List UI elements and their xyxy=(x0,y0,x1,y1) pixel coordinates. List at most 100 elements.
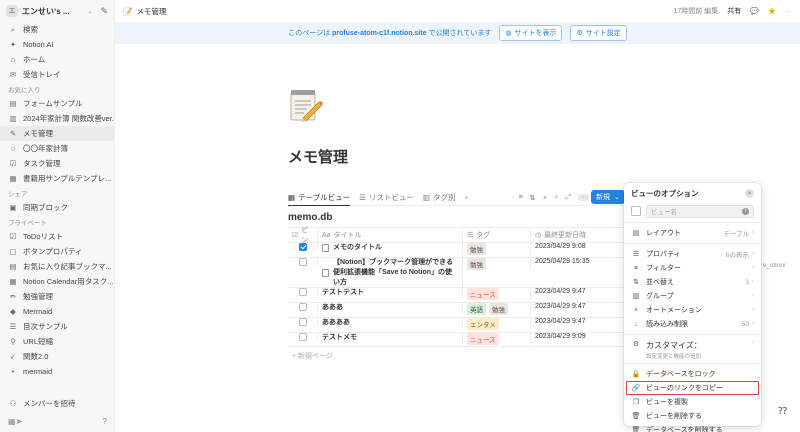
option-group[interactable]: ▥ グループ › xyxy=(624,289,761,303)
plan-icon: ○ xyxy=(10,144,16,153)
info-icon[interactable]: i xyxy=(742,207,749,215)
new-page-icon[interactable]: ✎ xyxy=(100,6,108,17)
tab-table-view[interactable]: ▦ テーブルビュー xyxy=(288,190,351,206)
option-trash-db[interactable]: 🗑 データベースを削除する xyxy=(624,423,761,432)
calendar-app-icon[interactable]: ▦ xyxy=(8,417,16,426)
sidebar-item-sync-block[interactable]: ▣ 同期ブロック xyxy=(0,200,114,215)
view-site-button[interactable]: ◍ サイトを表示 xyxy=(499,25,563,41)
pin-checkbox[interactable] xyxy=(298,288,307,297)
invite-label: メンバーを招待 xyxy=(23,399,76,408)
option-lock[interactable]: 🔒 データベースをロック xyxy=(624,367,761,381)
table-row[interactable]: テストテスト ニュース 2023/04/29 9:47 xyxy=(288,287,628,302)
automation-icon[interactable]: ⚡ xyxy=(543,194,548,202)
filter-icon[interactable]: ≡ xyxy=(519,194,523,201)
comment-icon[interactable]: 💬 xyxy=(750,7,759,15)
help-icon[interactable]: ⁇ xyxy=(778,406,787,417)
title-cell[interactable]: メモのタイトル xyxy=(318,243,463,253)
option-filter[interactable]: ≡ フィルター › xyxy=(624,261,761,275)
sidebar-item-url[interactable]: ⚲ URL短縮 xyxy=(0,334,114,349)
search-icon[interactable]: ⌕ xyxy=(554,194,558,202)
page-title[interactable]: メモ管理 xyxy=(288,146,348,167)
option-automation[interactable]: ⚡ オートメーション › xyxy=(624,303,761,317)
sidebar-item-notion-ai[interactable]: ✦ Notion AI xyxy=(0,37,114,52)
title-cell[interactable]: 【Notion】ブックマーク管理ができる便利拡張機能「Save to Notio… xyxy=(318,258,463,288)
sidebar-item-search[interactable]: ⌕ 検索 xyxy=(0,22,114,37)
inbox-icon: ✉ xyxy=(9,70,17,79)
invite-members-button[interactable]: ⚇ メンバーを招待 xyxy=(0,396,115,411)
table-row[interactable]: テストメモ ニュース 2023/04/29 9:09 xyxy=(288,332,628,348)
star-icon[interactable]: ★ xyxy=(768,6,776,17)
share-button[interactable]: 共有 xyxy=(727,6,741,16)
option-properties[interactable]: ☰ プロパティ 6の表示 › xyxy=(624,247,761,261)
title-cell[interactable]: ああああ xyxy=(318,318,463,329)
table-row[interactable]: あああ 英語 勉強 2023/04/29 9:47 xyxy=(288,302,628,317)
header-tag[interactable]: ☰ タグ xyxy=(463,228,531,242)
edited-time[interactable]: 17時間前 編集 xyxy=(673,6,718,16)
tag-cell[interactable]: 勉強 xyxy=(463,258,531,270)
sidebar-item-inbox[interactable]: ✉ 受信トレイ xyxy=(0,67,114,82)
option-layout[interactable]: ▤ レイアウト テーブル › xyxy=(624,226,761,240)
view-name-input[interactable]: ビュー名 i xyxy=(646,204,754,218)
pin-checkbox[interactable] xyxy=(298,243,307,251)
option-duplicate[interactable]: ❐ ビューを複製 xyxy=(624,395,761,409)
tab-tag-view[interactable]: ▥ タグ別 xyxy=(423,190,456,206)
sidebar-item-func[interactable]: ✓ 関数2.0 xyxy=(0,349,114,364)
tag-cell[interactable]: 英語 勉強 xyxy=(463,303,531,316)
more-options-icon[interactable]: ··· xyxy=(578,194,589,201)
sidebar-item-task[interactable]: ☑ タスク管理 xyxy=(0,156,114,171)
view-icon[interactable] xyxy=(631,206,641,216)
expand-icon[interactable]: ⤢ xyxy=(565,194,571,202)
sidebar-item-memo[interactable]: ✎ メモ管理 xyxy=(0,126,114,141)
option-sort[interactable]: ⇅ 並べ替え 3 › xyxy=(624,275,761,289)
pin-checkbox[interactable] xyxy=(298,318,307,327)
pin-checkbox[interactable] xyxy=(298,258,307,266)
option-trash[interactable]: 🗑 ビューを削除する xyxy=(624,409,761,423)
new-page-row[interactable]: + 新規ページ xyxy=(288,347,628,365)
sidebar-item-study[interactable]: ✏ 勉強管理 xyxy=(0,289,114,304)
more-icon[interactable]: ··· xyxy=(785,8,792,15)
sidebar-item-bookmark[interactable]: ▤ お気に入り記事ブックマ... xyxy=(0,259,114,274)
table-row[interactable]: ああああ エンタメ 2023/04/29 9:47 xyxy=(288,317,628,332)
mail-app-icon[interactable]: ➤ xyxy=(16,417,23,426)
pin-checkbox[interactable] xyxy=(298,333,307,342)
tag-cell[interactable]: ニュース xyxy=(463,333,531,346)
help-icon[interactable]: ? xyxy=(103,417,107,426)
sidebar-item-mermaid[interactable]: ◆ Mermaid xyxy=(0,304,114,319)
sidebar-item-budget[interactable]: ▥ 2024年家計簿 関数改善ver. xyxy=(0,111,114,126)
sidebar-item-plan[interactable]: ○ 〇〇年家計簿 xyxy=(0,141,114,156)
title-cell[interactable]: テストメモ xyxy=(318,333,463,344)
new-button[interactable]: 新規 ⌄ xyxy=(591,190,625,204)
table-row[interactable]: メモのタイトル 勉強 2023/04/29 9:08 xyxy=(288,242,628,257)
pin-checkbox[interactable] xyxy=(298,303,307,312)
sidebar-item-calendar[interactable]: ▦ Notion Calendar用タスク... xyxy=(0,274,114,289)
header-date[interactable]: ◷ 最終更新日時 xyxy=(531,228,628,242)
section-favorites: お気に入り xyxy=(8,87,41,94)
sidebar-item-books[interactable]: ▦ 書籍用サンプルテンプレ... xyxy=(0,171,114,186)
site-settings-button[interactable]: ⚙ サイト設定 xyxy=(570,25,627,41)
sidebar-item-home[interactable]: ⌂ ホーム xyxy=(0,52,114,67)
tag-cell[interactable]: ニュース xyxy=(463,288,531,301)
sidebar-item-toc[interactable]: ☰ 目次サンプル xyxy=(0,319,114,334)
option-load-limit[interactable]: ↓ 読み込み制限 50 › xyxy=(624,317,761,331)
option-link[interactable]: 🔗 ビューのリンクをコピー xyxy=(626,381,759,395)
header-title[interactable]: Aa タイトル xyxy=(318,228,463,242)
table-row[interactable]: 【Notion】ブックマーク管理ができる便利拡張機能「Save to Notio… xyxy=(288,257,628,288)
sidebar-item-todo[interactable]: ☑ ToDoリスト xyxy=(0,229,114,244)
breadcrumb[interactable]: 📝 メモ管理 xyxy=(123,6,166,17)
add-view-icon[interactable]: + xyxy=(464,193,468,202)
header-pin[interactable]: ☑ ピン xyxy=(288,227,318,244)
sidebar-item-mermaid2[interactable]: • mermaid xyxy=(0,364,114,379)
customize-item[interactable]: ⚙ カスタマイズ： 設定変更と機能の追加 › xyxy=(624,338,761,360)
database-title[interactable]: memo.db xyxy=(288,212,332,223)
page-memo-icon[interactable] xyxy=(289,88,323,124)
tag-cell[interactable]: エンタメ xyxy=(463,318,531,331)
sort-icon[interactable]: ⇅ xyxy=(530,194,536,202)
tab-list-view[interactable]: ☰ リストビュー xyxy=(359,190,414,206)
sidebar-item-form[interactable]: ▤ フォームサンプル xyxy=(0,96,114,111)
workspace-switcher[interactable]: エ エンせいʼs ... ⌄ ✎ xyxy=(0,0,114,22)
title-cell[interactable]: テストテスト xyxy=(318,288,463,299)
close-icon[interactable]: ✕ xyxy=(745,188,754,198)
title-cell[interactable]: あああ xyxy=(318,303,463,314)
sidebar-item-button[interactable]: ▢ ボタンプロパティ xyxy=(0,244,114,259)
tag-cell[interactable]: 勉強 xyxy=(463,243,531,255)
